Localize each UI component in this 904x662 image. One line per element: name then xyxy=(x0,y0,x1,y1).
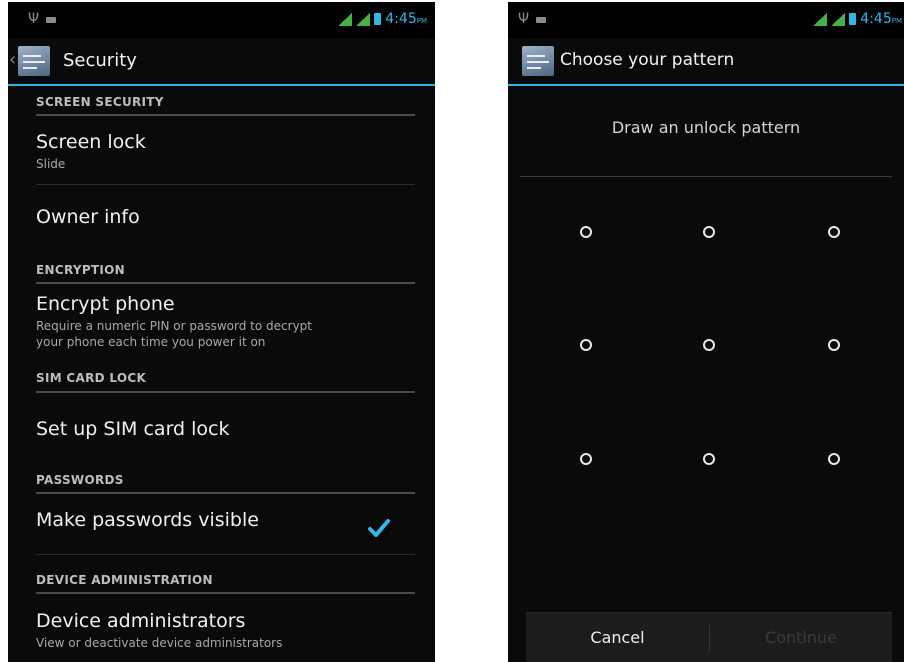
item-divider xyxy=(36,184,415,185)
back-caret-icon[interactable]: ‹ xyxy=(9,51,16,69)
device-admins-title: Device administrators xyxy=(36,610,246,632)
page-title: Security xyxy=(63,50,137,71)
battery-icon xyxy=(849,13,857,25)
action-bar: Choose your pattern xyxy=(508,38,904,86)
encrypt-phone-summary-line1: Require a numeric PIN or password to dec… xyxy=(36,319,312,333)
item-divider xyxy=(36,554,415,555)
wifi-signal-icon xyxy=(813,12,828,26)
section-header-passwords: PASSWORDS xyxy=(36,473,124,487)
prompt-divider xyxy=(520,176,892,177)
sd-card-icon xyxy=(46,17,56,23)
section-header-sim-card-lock: SIM CARD LOCK xyxy=(36,371,147,385)
sim-lock-title: Set up SIM card lock xyxy=(36,418,230,440)
pattern-dot[interactable] xyxy=(703,339,715,351)
cancel-button[interactable]: Cancel xyxy=(526,613,709,662)
pattern-dot[interactable] xyxy=(828,226,840,238)
screen-lock-title: Screen lock xyxy=(36,131,146,153)
security-screen: Ψ 4:45PM ‹ Security SCREEN SECURITY Scre… xyxy=(8,2,435,662)
usb-icon: Ψ xyxy=(518,11,530,27)
section-header-device-administration: DEVICE ADMINISTRATION xyxy=(36,573,213,587)
pattern-dot[interactable] xyxy=(703,453,715,465)
pattern-dot[interactable] xyxy=(580,339,592,351)
encrypt-phone-summary-line2: your phone each time you power it on xyxy=(36,335,266,349)
encrypt-phone-title: Encrypt phone xyxy=(36,293,175,315)
choose-pattern-screen: Ψ 4:45PM Choose your pattern Draw an unl… xyxy=(508,2,904,662)
usb-icon: Ψ xyxy=(28,11,40,27)
action-bar: ‹ Security xyxy=(8,38,435,86)
passwords-visible-checkbox[interactable] xyxy=(368,518,390,538)
wifi-signal-icon xyxy=(338,12,353,26)
sd-card-icon xyxy=(536,17,546,23)
owner-info-title: Owner info xyxy=(36,206,140,228)
section-divider xyxy=(36,391,415,393)
section-header-screen-security: SCREEN SECURITY xyxy=(36,95,164,109)
pattern-dot[interactable] xyxy=(580,226,592,238)
continue-button[interactable]: Continue xyxy=(710,613,892,662)
passwords-visible-title: Make passwords visible xyxy=(36,509,259,531)
status-time: 4:45PM xyxy=(860,11,902,27)
pattern-dot[interactable] xyxy=(703,226,715,238)
section-header-encryption: ENCRYPTION xyxy=(36,263,126,277)
pattern-dot[interactable] xyxy=(828,339,840,351)
section-divider xyxy=(36,592,415,594)
cell-signal-icon xyxy=(831,12,846,26)
pattern-dot[interactable] xyxy=(580,453,592,465)
settings-app-icon xyxy=(522,46,554,76)
page-title: Choose your pattern xyxy=(560,50,735,70)
pattern-dot[interactable] xyxy=(828,453,840,465)
status-bar: Ψ 4:45PM xyxy=(508,2,904,38)
status-bar: Ψ 4:45PM xyxy=(8,2,435,38)
device-admins-summary: View or deactivate device administrators xyxy=(36,636,283,650)
settings-app-icon[interactable] xyxy=(18,46,50,76)
section-divider xyxy=(36,282,415,284)
button-bar: Cancel Continue xyxy=(526,612,892,662)
screen-lock-summary: Slide xyxy=(36,157,66,171)
pattern-prompt: Draw an unlock pattern xyxy=(611,118,801,137)
cell-signal-icon xyxy=(356,12,371,26)
status-time: 4:45PM xyxy=(385,11,427,27)
battery-icon xyxy=(374,13,382,25)
section-divider xyxy=(36,492,415,494)
section-divider xyxy=(36,114,415,116)
